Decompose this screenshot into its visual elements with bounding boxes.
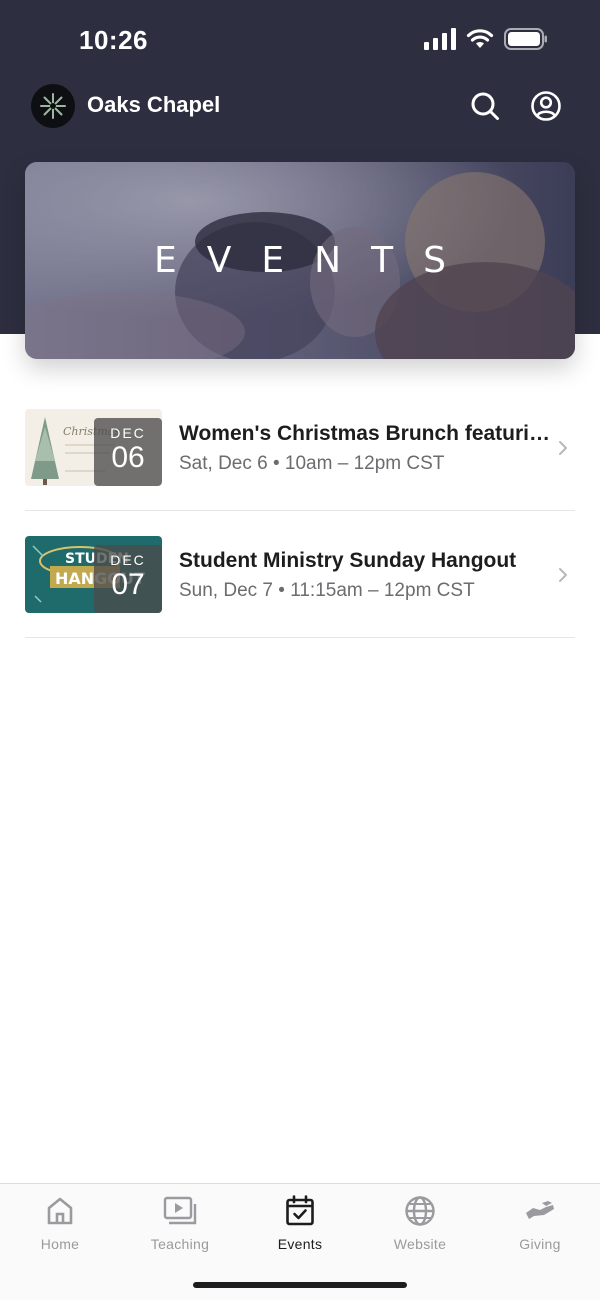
globe-icon xyxy=(405,1196,435,1226)
app-title: Oaks Chapel xyxy=(87,92,221,117)
hero-title: EVENTS xyxy=(154,240,476,281)
status-time: 10:26 xyxy=(79,25,148,55)
star-logo-icon xyxy=(40,93,66,119)
event-thumbnail: STUDEN HANGOUT DEC 07 xyxy=(25,536,162,613)
event-item[interactable]: Christmas DEC 06 Women's Christmas Brunc… xyxy=(25,384,575,511)
chevron-right-icon xyxy=(559,568,567,582)
tab-label: Website xyxy=(393,1236,447,1252)
status-bar: 10:26 xyxy=(0,0,600,80)
event-thumbnail: Christmas DEC 06 xyxy=(25,409,162,486)
home-indicator xyxy=(193,1282,407,1288)
events-hero-banner: EVENTS xyxy=(25,162,575,359)
tab-label: Home xyxy=(40,1236,80,1252)
date-month: DEC xyxy=(110,552,146,568)
date-badge: DEC 07 xyxy=(94,545,162,613)
church-logo[interactable] xyxy=(31,84,75,128)
date-day: 07 xyxy=(111,568,145,601)
event-meta: Sun, Dec 7 • 11:15am – 12pm CST xyxy=(179,580,475,601)
battery-icon xyxy=(504,28,548,55)
bottom-tab-bar: Home Teaching Events Website Giving xyxy=(0,1183,600,1300)
event-title: Student Ministry Sunday Hangout xyxy=(179,549,517,572)
app-header: Oaks Chapel xyxy=(0,80,600,136)
date-day: 06 xyxy=(111,441,145,474)
event-meta: Sat, Dec 6 • 10am – 12pm CST xyxy=(179,453,445,474)
search-icon xyxy=(471,92,499,120)
chevron-right-icon xyxy=(559,441,567,455)
tab-label: Events xyxy=(277,1236,323,1252)
calendar-icon xyxy=(286,1195,314,1226)
event-list: Christmas DEC 06 Women's Christmas Brunc… xyxy=(25,384,575,638)
profile-button[interactable] xyxy=(529,89,563,123)
home-icon xyxy=(47,1197,73,1225)
date-month: DEC xyxy=(110,425,146,441)
tab-website[interactable]: Website xyxy=(360,1194,480,1252)
wifi-icon xyxy=(466,28,494,55)
search-button[interactable] xyxy=(468,89,502,123)
tab-events[interactable]: Events xyxy=(240,1194,360,1252)
signal-icon xyxy=(424,28,456,55)
date-badge: DEC 06 xyxy=(94,418,162,486)
event-title: Women's Christmas Brunch featuring... xyxy=(179,422,551,445)
video-icon xyxy=(163,1196,197,1225)
status-icons xyxy=(424,28,548,55)
profile-icon xyxy=(531,91,561,121)
event-item[interactable]: STUDEN HANGOUT DEC 07 Student Ministry S… xyxy=(25,511,575,638)
tab-giving[interactable]: Giving xyxy=(480,1194,600,1252)
tab-label: Teaching xyxy=(150,1236,210,1252)
tab-teaching[interactable]: Teaching xyxy=(120,1194,240,1252)
giving-hand-icon xyxy=(526,1201,554,1219)
tab-home[interactable]: Home xyxy=(0,1194,120,1252)
tab-label: Giving xyxy=(519,1236,561,1252)
